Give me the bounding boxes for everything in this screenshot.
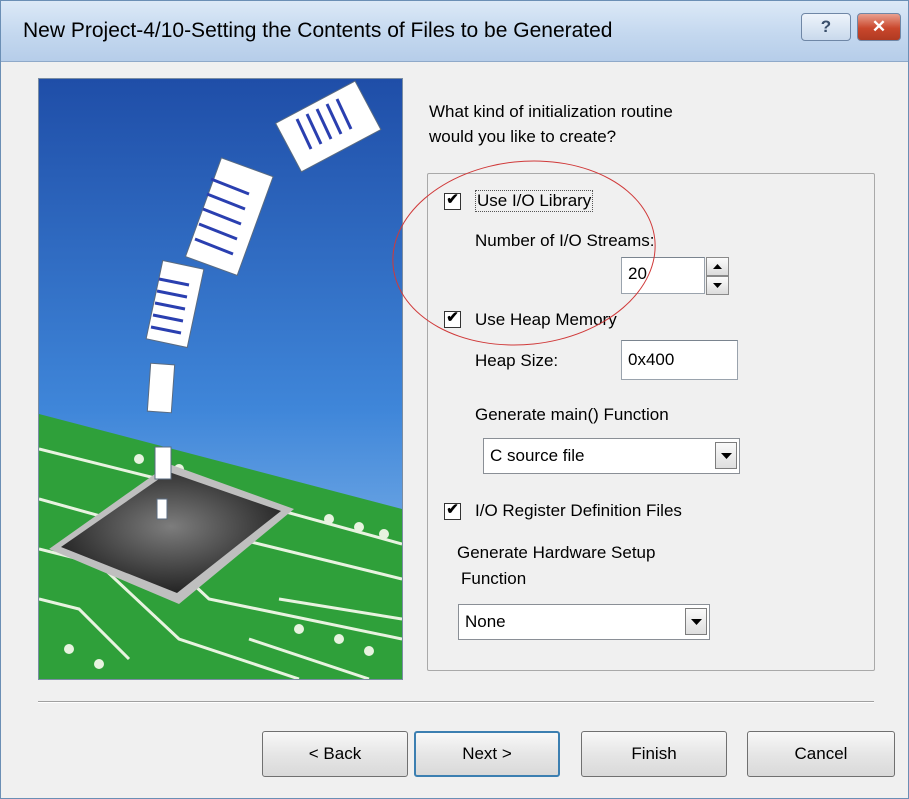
hardware-setup-dropdown-button[interactable] [685, 608, 707, 635]
generate-main-label: Generate main() Function [475, 405, 669, 424]
wizard-illustration-image [39, 79, 402, 679]
spin-down-icon [713, 283, 722, 288]
prompt-line-2: would you like to create? [429, 127, 617, 146]
spin-up-button[interactable] [706, 257, 729, 276]
heap-size-input[interactable]: 0x400 [621, 340, 738, 380]
use-heap-memory-checkbox[interactable]: ✔ [444, 309, 461, 328]
generate-main-select[interactable]: C source file [483, 438, 740, 474]
wizard-illustration [38, 78, 403, 680]
io-streams-input[interactable]: 20 [621, 257, 705, 294]
cancel-button[interactable]: Cancel [747, 731, 895, 777]
prompt-line-1: What kind of initialization routine [429, 102, 673, 121]
io-streams-spinner[interactable] [706, 257, 729, 295]
generate-main-dropdown-button[interactable] [715, 442, 737, 469]
window-title: New Project-4/10-Setting the Contents of… [23, 19, 613, 42]
help-button[interactable]: ? [801, 13, 851, 41]
io-streams-label: Number of I/O Streams: [475, 231, 655, 250]
hardware-setup-value: None [465, 612, 506, 631]
io-register-label[interactable]: I/O Register Definition Files [475, 501, 682, 521]
dialog-window: New Project-4/10-Setting the Contents of… [0, 0, 909, 799]
finish-button[interactable]: Finish [581, 731, 727, 777]
close-button[interactable]: ✕ [857, 13, 901, 41]
use-io-library-label[interactable]: Use I/O Library [475, 190, 594, 212]
title-bar: New Project-4/10-Setting the Contents of… [1, 1, 908, 62]
io-register-checkmark: ✔ [446, 501, 459, 518]
back-button[interactable]: < Back [262, 731, 408, 777]
spin-down-button[interactable] [706, 276, 729, 295]
hardware-setup-select[interactable]: None [458, 604, 710, 640]
chevron-down-icon [721, 453, 732, 459]
generate-main-value: C source file [490, 446, 585, 465]
heap-size-label: Heap Size: [475, 351, 559, 370]
button-separator [38, 701, 874, 703]
use-heap-memory-checkmark: ✔ [446, 309, 459, 326]
use-io-library-checkbox[interactable]: ✔ [444, 191, 461, 210]
use-io-library-checkmark: ✔ [446, 191, 459, 208]
chevron-down-icon [691, 619, 702, 625]
use-heap-memory-label[interactable]: Use Heap Memory [475, 310, 617, 330]
hardware-setup-label-line-1: Generate Hardware Setup [457, 543, 656, 562]
io-register-checkbox[interactable]: ✔ [444, 501, 461, 520]
hardware-setup-label-line-2: Function [461, 569, 527, 588]
spin-up-icon [713, 264, 722, 269]
next-button[interactable]: Next > [414, 731, 560, 777]
initialization-prompt: What kind of initialization routine woul… [429, 99, 673, 149]
